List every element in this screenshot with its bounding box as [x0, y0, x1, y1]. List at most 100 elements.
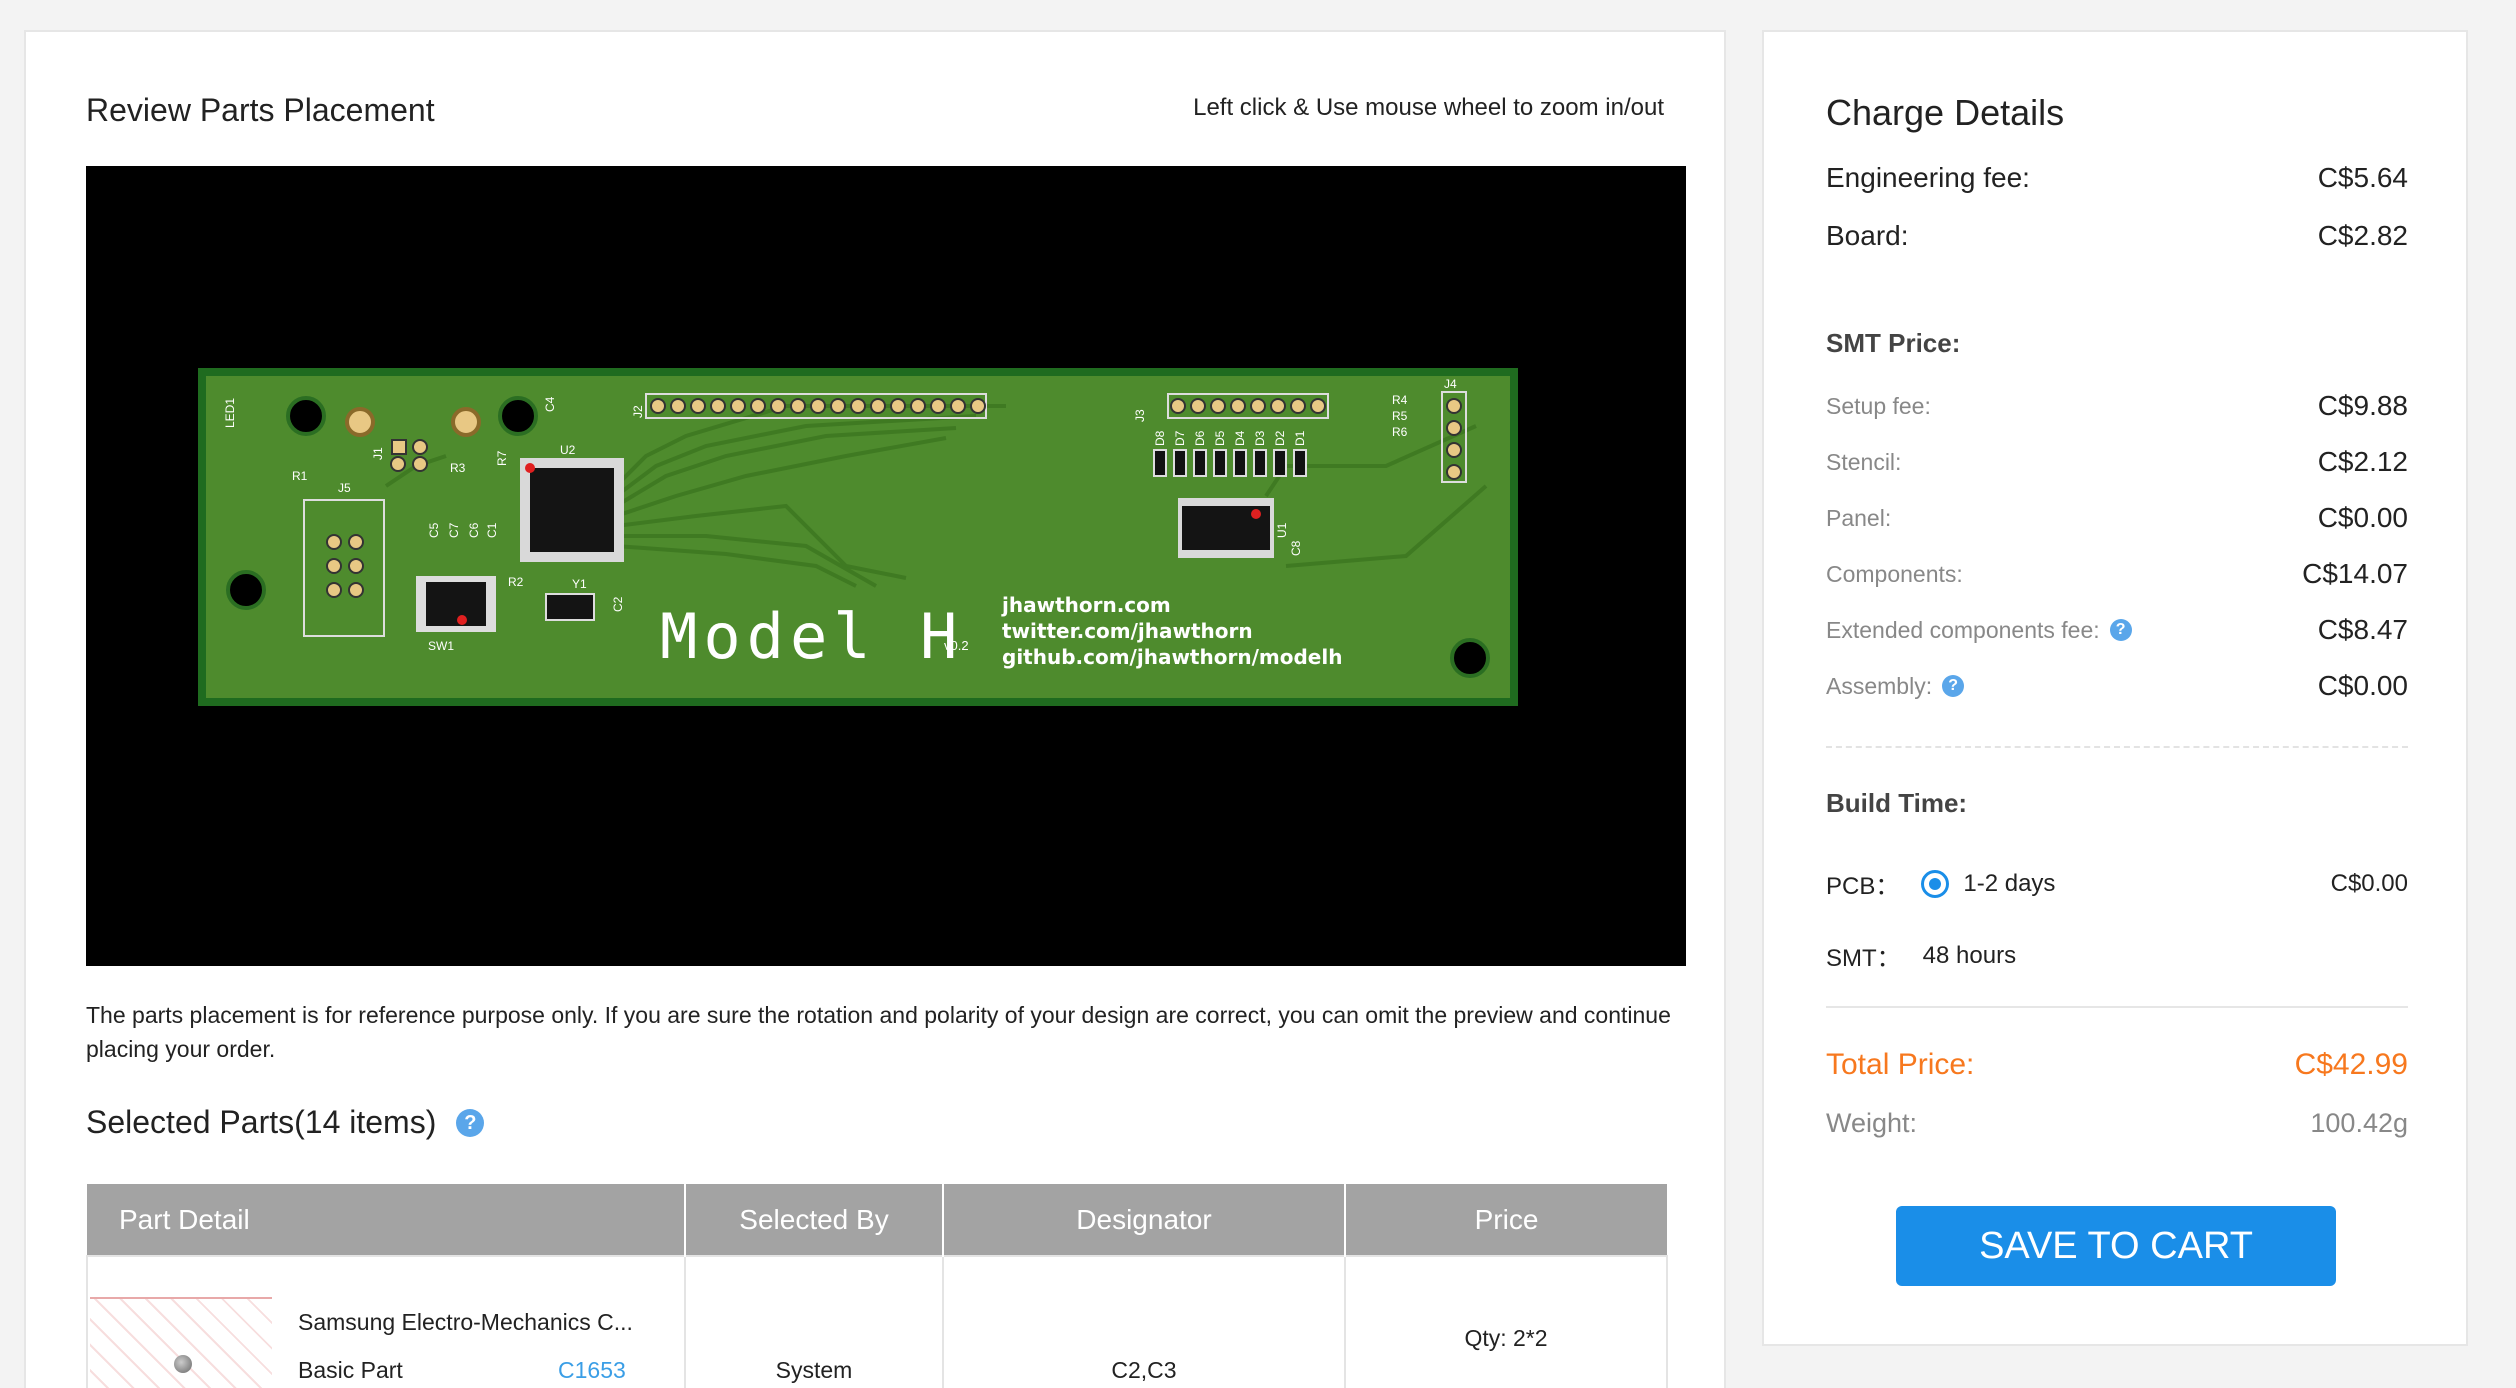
placement-title: Review Parts Placement [86, 92, 435, 128]
col-designator: Designator [943, 1184, 1346, 1256]
label-d7: D7 [1173, 430, 1187, 446]
extended-fee-label: Extended components fee: [1826, 616, 2100, 643]
label-r3: R3 [450, 461, 466, 475]
engineering-fee-label: Engineering fee: [1826, 162, 2030, 193]
label-c2: C2 [611, 596, 625, 612]
divider [1826, 1006, 2408, 1008]
divider [1826, 746, 2408, 748]
part-image[interactable] [90, 1297, 272, 1388]
stencil-label: Stencil: [1826, 448, 1902, 475]
mount-hole [286, 396, 326, 436]
pcb-build-radio[interactable] [1921, 869, 1950, 898]
charge-title: Charge Details [1826, 92, 2065, 133]
stencil-value: C$2.12 [2317, 446, 2408, 477]
board-label: Board: [1826, 220, 1909, 251]
designator-cell: C2,C3 [942, 1255, 1346, 1388]
part-detail-cell: Samsung Electro-Mechanics C... Basic Par… [86, 1255, 686, 1388]
pcb-model-text: Model H [660, 600, 963, 673]
label-r1: R1 [292, 469, 308, 483]
selected-parts-table: Part Detail Selected By Designator Price… [86, 1184, 1668, 1388]
label-c7: C7 [447, 522, 461, 538]
extended-fee-value: C$8.47 [2317, 614, 2408, 645]
label-j5: J5 [338, 481, 351, 495]
pcb-url-2: twitter.com/jhawthorn [1002, 619, 1253, 643]
label-d2: D2 [1273, 430, 1287, 446]
components-value: C$14.07 [2302, 558, 2408, 589]
selected-parts-title: Selected Parts(14 items) [86, 1104, 437, 1140]
mount-hole [1450, 638, 1490, 678]
help-icon[interactable]: ? [456, 1108, 485, 1137]
placement-note: The parts placement is for reference pur… [86, 1002, 1671, 1062]
switch-sw1 [416, 576, 496, 632]
board-value: C$2.82 [2317, 220, 2408, 251]
label-r2: R2 [508, 575, 524, 589]
label-r4: R4 [1392, 393, 1408, 407]
assembly-row: Assembly: ? C$0.00 [1826, 670, 2408, 702]
mount-hole [498, 396, 538, 436]
table-row: Samsung Electro-Mechanics C... Basic Par… [86, 1255, 1668, 1388]
pcb-build-row: PCB： 1-2 days C$0.00 [1826, 866, 2408, 901]
mount-hole [226, 570, 266, 610]
save-to-cart-button[interactable]: SAVE TO CART [1896, 1206, 2336, 1286]
pcb-build-option[interactable]: 1-2 days [1963, 870, 2055, 898]
label-r6: R6 [1392, 425, 1408, 439]
components-label: Components: [1826, 560, 1963, 587]
selected-parts-heading: Selected Parts(14 items) ? [86, 1104, 485, 1141]
chip-u2 [520, 458, 624, 562]
label-c4: C4 [543, 396, 557, 412]
col-part-detail: Part Detail [87, 1184, 686, 1256]
pcb-version-text: v0.2 [944, 638, 969, 653]
setup-fee-value: C$9.88 [2317, 390, 2408, 421]
panel-value: C$0.00 [2317, 502, 2408, 533]
charge-details-panel: Charge Details Engineering fee: C$5.64 B… [1762, 30, 2468, 1346]
label-d4: D4 [1233, 430, 1247, 446]
label-c6: C6 [467, 522, 481, 538]
engineering-fee-row: Engineering fee: C$5.64 [1826, 162, 2408, 194]
label-j2: J2 [631, 405, 645, 418]
price-cell: Qty: 2*2 [1344, 1255, 1668, 1388]
part-name: Samsung Electro-Mechanics C... [298, 1309, 633, 1335]
chip-u1 [1178, 498, 1274, 558]
label-led1: LED1 [223, 398, 237, 428]
assembly-label: Assembly: [1826, 672, 1933, 699]
col-price: Price [1345, 1184, 1667, 1256]
gold-pad [345, 407, 375, 437]
pcb-build-price: C$0.00 [2330, 869, 2408, 897]
label-d8: D8 [1153, 430, 1167, 446]
smt-build-label: SMT： [1826, 945, 1901, 972]
components-row: Components: C$14.07 [1826, 558, 2408, 590]
stencil-row: Stencil: C$2.12 [1826, 446, 2408, 478]
board-row: Board: C$2.82 [1826, 220, 2408, 252]
label-r7: R7 [495, 450, 509, 466]
extended-fee-row: Extended components fee: ? C$8.47 [1826, 614, 2408, 646]
panel-row: Panel: C$0.00 [1826, 502, 2408, 534]
label-u1: U1 [1275, 522, 1289, 538]
engineering-fee-value: C$5.64 [2317, 162, 2408, 193]
part-code-link[interactable]: C1653 [558, 1357, 626, 1384]
zoom-hint: Left click & Use mouse wheel to zoom in/… [1193, 94, 1664, 121]
label-y1: Y1 [572, 577, 587, 591]
total-price-label: Total Price: [1826, 1048, 1975, 1081]
total-price-row: Total Price: C$42.99 [1826, 1048, 2408, 1082]
assembly-value: C$0.00 [2317, 670, 2408, 701]
label-sw1: SW1 [428, 639, 454, 653]
panel-label: Panel: [1826, 504, 1892, 531]
build-time-heading: Build Time: [1826, 788, 1968, 818]
weight-row: Weight: 100.42g [1826, 1108, 2408, 1139]
label-d3: D3 [1253, 430, 1267, 446]
parts-placement-panel: Review Parts Placement Left click & Use … [24, 30, 1726, 1388]
label-d6: D6 [1193, 430, 1207, 446]
part-type: Basic Part [298, 1357, 403, 1383]
label-j4: J4 [1444, 377, 1457, 391]
pcb-url-3: github.com/jhawthorn/modelh [1002, 645, 1342, 669]
smt-price-heading: SMT Price: [1826, 328, 1961, 358]
help-icon[interactable]: ? [1942, 675, 1965, 697]
pcb-viewer[interactable]: LED1 R1 J5 J1 R3 R7 C4 U2 J2 J3 J4 R4 R5… [86, 166, 1686, 966]
setup-fee-row: Setup fee: C$9.88 [1826, 390, 2408, 422]
crystal-y1 [545, 593, 595, 621]
help-icon[interactable]: ? [2109, 619, 2132, 641]
label-j1: J1 [371, 447, 385, 460]
pcb-render[interactable]: LED1 R1 J5 J1 R3 R7 C4 U2 J2 J3 J4 R4 R5… [86, 166, 1686, 966]
gold-pad [451, 407, 481, 437]
label-c8: C8 [1289, 540, 1303, 556]
